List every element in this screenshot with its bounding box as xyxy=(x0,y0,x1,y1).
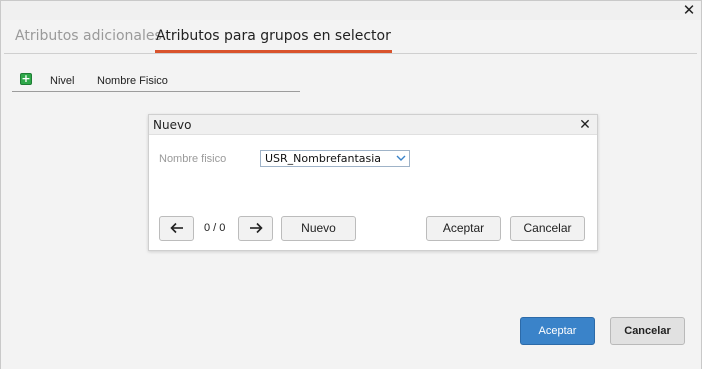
nuevo-modal: Nuevo ✕ Nombre fisico USR_Nombrefantasia… xyxy=(148,114,598,251)
close-icon[interactable]: ✕ xyxy=(682,2,696,18)
arrow-right-icon xyxy=(249,222,263,234)
chevron-down-icon xyxy=(396,155,406,161)
previous-button[interactable] xyxy=(159,216,194,241)
modal-title: Nuevo xyxy=(153,118,192,132)
cancel-button[interactable]: Cancelar xyxy=(610,317,685,345)
plus-icon[interactable]: + xyxy=(20,73,32,85)
nombre-fisico-select[interactable]: USR_Nombrefantasia xyxy=(260,150,410,167)
arrow-left-icon xyxy=(169,222,183,234)
pager-indicator: 0 / 0 xyxy=(204,222,226,234)
modal-cancel-button[interactable]: Cancelar xyxy=(510,216,585,241)
accept-button[interactable]: Aceptar xyxy=(520,317,595,345)
nombre-fisico-label: Nombre fisico xyxy=(159,153,227,165)
new-button[interactable]: Nuevo xyxy=(281,216,356,241)
tab-atributos-adicionales[interactable]: Atributos adicionales xyxy=(15,28,162,54)
modal-title-bar: Nuevo ✕ xyxy=(149,115,597,135)
select-value: USR_Nombrefantasia xyxy=(265,152,382,165)
next-button[interactable] xyxy=(238,216,273,241)
active-tab-indicator xyxy=(155,50,392,53)
modal-accept-button[interactable]: Aceptar xyxy=(426,216,501,241)
outer-title-bar: ✕ xyxy=(1,1,701,20)
close-icon[interactable]: ✕ xyxy=(578,116,592,134)
column-header-nombre-fisico: Nombre Fisico xyxy=(97,75,168,87)
table-header: + Nivel Nombre Fisico xyxy=(12,72,300,92)
tab-bar: Atributos adicionales Atributos para gru… xyxy=(4,20,697,54)
column-header-nivel: Nivel xyxy=(50,75,75,87)
